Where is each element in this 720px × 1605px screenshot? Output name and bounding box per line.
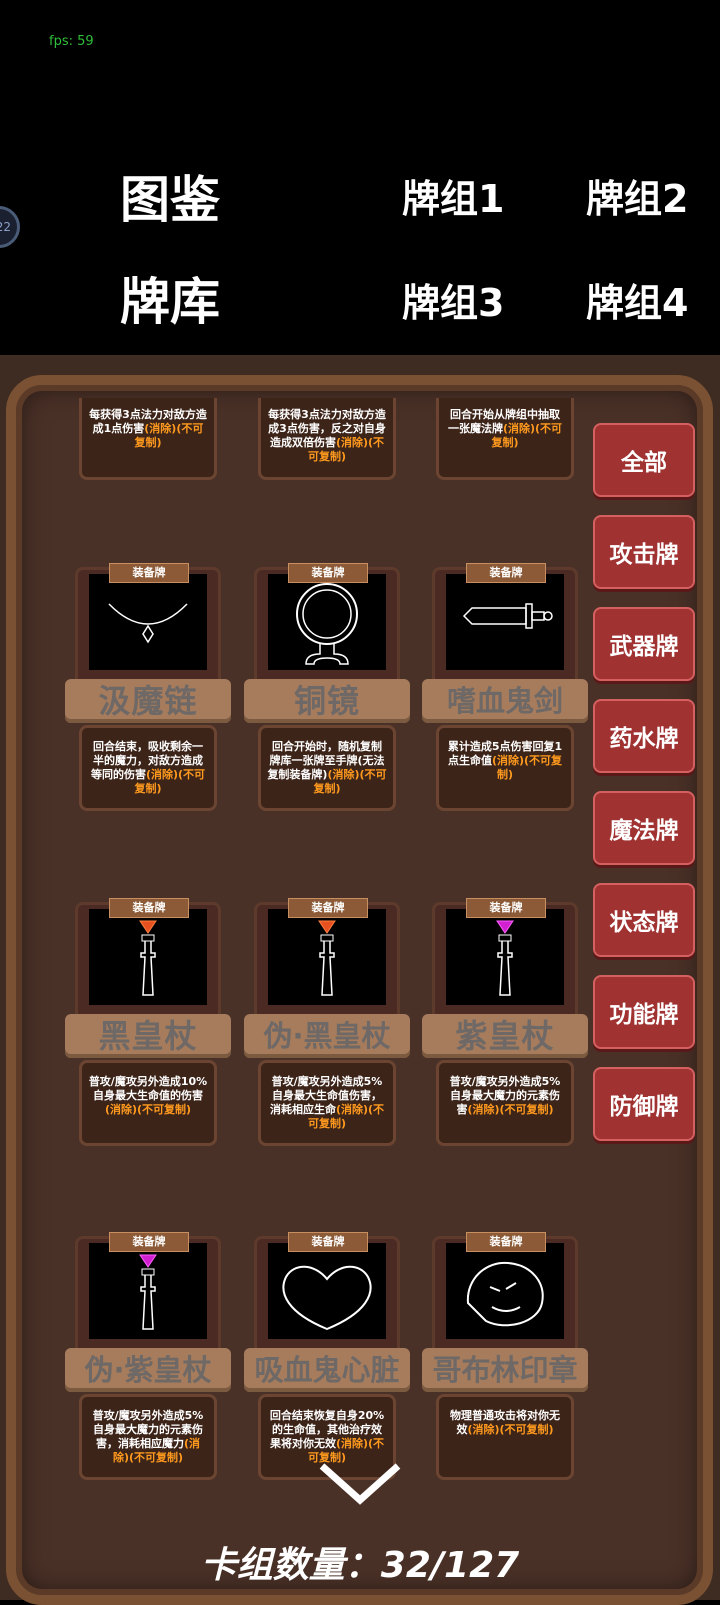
- filter-status-button[interactable]: 状态牌: [593, 883, 695, 957]
- card-description: 累计造成5点伤害回复1点生命值(消除)(不可复制): [436, 725, 574, 811]
- purple-gem-staff-icon: [89, 1243, 207, 1339]
- card-description: 物理普通攻击将对你无效(消除)(不可复制): [436, 1394, 574, 1480]
- card-name-ribbon: 黑皇杖: [65, 1014, 231, 1058]
- card-type-tag: 装备牌: [466, 563, 546, 583]
- card-top-1[interactable]: 每获得3点法力对敌方造成1点伤害(消除)(不可复制): [75, 398, 221, 482]
- sword-icon: [446, 574, 564, 670]
- card-top-3[interactable]: 回合开始从牌组中抽取一张魔法牌(消除)(不可复制): [432, 398, 578, 482]
- orange-gem-staff-icon: [89, 909, 207, 1005]
- side-badge[interactable]: 22: [0, 206, 20, 248]
- card-type-tag: 装备牌: [288, 1232, 368, 1252]
- card-name-ribbon: 哥布林印章: [422, 1348, 588, 1392]
- card-description: 回合开始从牌组中抽取一张魔法牌(消除)(不可复制): [436, 398, 574, 480]
- card-name-ribbon: 汲魔链: [65, 679, 231, 723]
- side-badge-label: 22: [0, 220, 11, 234]
- card-description: 普攻/魔攻另外造成5%自身最大魔力的元素伤害，消耗相应魔力(消除)(不可复制): [79, 1394, 217, 1480]
- chevron-down-icon[interactable]: [318, 1462, 402, 1506]
- goblin-head-icon: [446, 1243, 564, 1339]
- filter-attack-button[interactable]: 攻击牌: [593, 515, 695, 589]
- filter-function-button[interactable]: 功能牌: [593, 975, 695, 1049]
- card-type-tag: 装备牌: [466, 1232, 546, 1252]
- filter-all-button[interactable]: 全部: [593, 423, 695, 497]
- nav-deck4[interactable]: 牌组4: [586, 272, 688, 327]
- nav-deck2[interactable]: 牌组2: [586, 168, 688, 223]
- card-description: 普攻/魔攻另外造成10%自身最大生命值的伤害(消除)(不可复制): [79, 1060, 217, 1146]
- card-description: 回合结束，吸收剩余一半的魔力，对敌方造成等同的伤害(消除)(不可复制): [79, 725, 217, 811]
- deck-count-label: 卡组数量：32/127: [200, 1545, 520, 1586]
- purple-gem-staff-icon: [446, 909, 564, 1005]
- nav-tujian[interactable]: 图鉴: [120, 160, 220, 232]
- card-name-ribbon: 伪·紫皇杖: [65, 1348, 231, 1392]
- nav-paiku[interactable]: 牌库: [120, 262, 220, 334]
- filter-defense-button[interactable]: 防御牌: [593, 1067, 695, 1141]
- filter-weapon-button[interactable]: 武器牌: [593, 607, 695, 681]
- card-name-ribbon: 铜镜: [244, 679, 410, 723]
- mirror-icon: [268, 574, 386, 670]
- card-type-tag: 装备牌: [109, 563, 189, 583]
- necklace-icon: [89, 574, 207, 670]
- card-name-ribbon: 伪·黑皇杖: [244, 1014, 410, 1058]
- card-description: 普攻/魔攻另外造成5%自身最大魔力的元素伤害(消除)(不可复制): [436, 1060, 574, 1146]
- card-name-ribbon: 吸血鬼心脏: [244, 1348, 410, 1392]
- card-top-2[interactable]: 每获得3点法力对敌方造成3点伤害，反之对自身造成双倍伤害(消除)(不可复制): [254, 398, 400, 482]
- orange-gem-staff-icon: [268, 909, 386, 1005]
- fps-counter: fps: 59: [49, 34, 94, 49]
- card-description: 每获得3点法力对敌方造成1点伤害(消除)(不可复制): [79, 398, 217, 480]
- filter-potion-button[interactable]: 药水牌: [593, 699, 695, 773]
- nav-deck3[interactable]: 牌组3: [402, 272, 504, 327]
- card-name-ribbon: 紫皇杖: [422, 1014, 588, 1058]
- card-type-tag: 装备牌: [288, 563, 368, 583]
- card-name-ribbon: 嗜血鬼剑: [422, 679, 588, 723]
- heart-icon: [268, 1243, 386, 1339]
- card-description: 普攻/魔攻另外造成5%自身最大生命值伤害，消耗相应生命(消除)(不可复制): [258, 1060, 396, 1146]
- card-type-tag: 装备牌: [109, 898, 189, 918]
- nav-deck1[interactable]: 牌组1: [402, 168, 504, 223]
- card-description: 回合开始时，随机复制牌库一张牌至手牌(无法复制装备牌)(消除)(不可复制): [258, 725, 396, 811]
- card-type-tag: 装备牌: [466, 898, 546, 918]
- card-description: 每获得3点法力对敌方造成3点伤害，反之对自身造成双倍伤害(消除)(不可复制): [258, 398, 396, 480]
- card-type-tag: 装备牌: [288, 898, 368, 918]
- filter-magic-button[interactable]: 魔法牌: [593, 791, 695, 865]
- card-type-tag: 装备牌: [109, 1232, 189, 1252]
